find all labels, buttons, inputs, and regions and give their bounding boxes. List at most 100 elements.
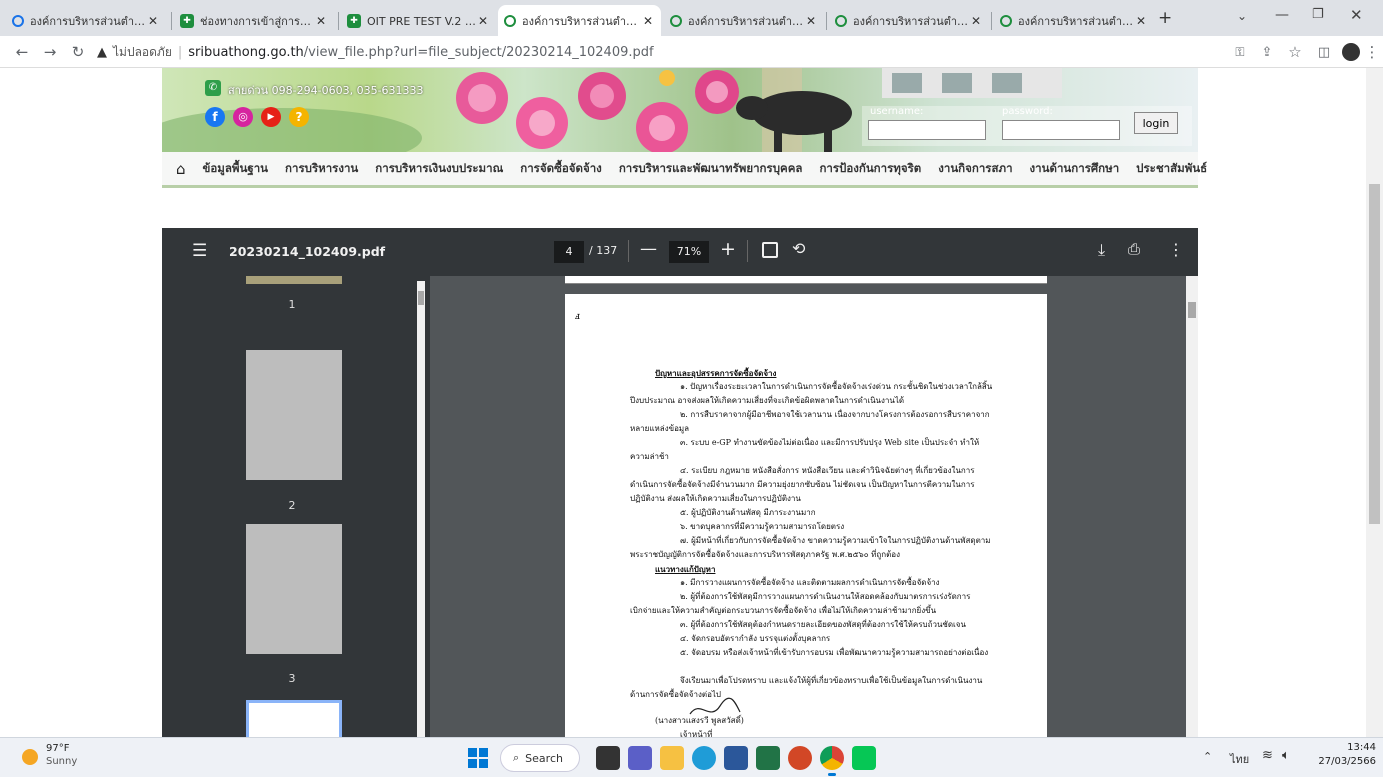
login-button[interactable]: login [1134,112,1178,134]
menu-item-procurement[interactable]: การจัดซื้อจัดจ้าง [520,160,602,178]
weather-temp[interactable]: 97°F [46,743,69,754]
youtube-icon[interactable]: ▶ [261,107,281,127]
close-icon[interactable]: ✕ [476,14,490,28]
menu-item-budget[interactable]: การบริหารเงินงบประมาณ [375,160,503,178]
page-thumbnail[interactable] [246,524,342,654]
print-icon[interactable]: ⎙ [1128,240,1140,258]
home-icon[interactable]: ⌂ [176,160,186,178]
page-number-input[interactable]: 4 [554,241,584,263]
menu-kebab-icon[interactable]: ⋮ [1360,40,1383,64]
close-icon[interactable]: ✕ [1134,14,1148,28]
security-label[interactable]: ไม่ปลอดภัย [113,43,172,62]
doc-line: ๓. ระบบ e-GP ทำงานขัดข้องไม่ต่อเนื่อง แล… [680,438,980,447]
page-thumbnail[interactable] [246,350,342,480]
doc-line: ๓. ผู้ที่ต้องการใช้พัสดุต้องกำหนดรายละเอ… [680,620,966,629]
site-main-menu: ⌂ ข้อมูลพื้นฐาน การบริหารงาน การบริหารเง… [162,152,1207,188]
warning-icon[interactable]: ▲ [97,45,107,60]
search-label: Search [525,751,563,765]
reload-icon[interactable]: ↻ [66,40,90,64]
page-total: / 137 [589,244,618,257]
bookmark-star-icon[interactable]: ☆ [1283,40,1307,64]
tab-title: องค์การบริหารส่วนตำบลศรี [522,14,641,28]
password-input[interactable] [1002,120,1120,140]
new-tab-button[interactable]: + [1158,8,1172,28]
browser-tab[interactable]: องค์การบริหารส่วนตำบลศรี ✕ [6,5,166,36]
windows-start-icon[interactable] [466,746,490,770]
file-explorer-icon[interactable] [660,746,684,770]
menu-item-pr[interactable]: ประชาสัมพันธ์ [1136,160,1207,178]
edge-browser-icon[interactable] [692,746,716,770]
close-icon[interactable]: ✕ [969,14,983,28]
scrollbar-thumb[interactable] [1369,184,1380,524]
instagram-icon[interactable]: ◎ [233,107,253,127]
rotate-icon[interactable]: ⟲ [792,239,805,258]
window-close-icon[interactable]: ✕ [1350,6,1363,24]
side-panel-icon[interactable]: ◫ [1312,40,1336,64]
doc-line: ๒. การสืบราคาจากผู้มีอาชีพอาจใช้เวลานาน … [680,410,990,419]
minimize-icon[interactable]: — [1275,7,1289,23]
weather-desc[interactable]: Sunny [46,756,77,767]
page-scrollbar[interactable] [1366,68,1383,737]
url-path: /view_file.php?url=file_subject/20230214… [303,44,654,60]
fit-page-icon[interactable] [762,242,778,258]
menu-item-hr[interactable]: การบริหารและพัฒนาทรัพยากรบุคคล [619,160,803,178]
teams-chat-icon[interactable] [628,746,652,770]
taskbar-search-box[interactable]: ⌕ Search [500,744,580,772]
powerpoint-icon[interactable] [788,746,812,770]
browser-tab[interactable]: ✚ OIT PRE TEST V.2 (อบต. ✕ [341,5,496,36]
page-thumbnail-current[interactable] [246,700,342,737]
close-icon[interactable]: ✕ [146,14,160,28]
tab-search-icon[interactable]: ⌄ [1237,9,1247,23]
page-thumbnail[interactable] [246,276,342,284]
zoom-out-icon[interactable]: — [640,239,657,259]
chrome-icon[interactable] [820,746,844,770]
clock-date[interactable]: 27/03/2566 [1312,756,1376,767]
close-icon[interactable]: ✕ [314,14,328,28]
key-icon[interactable]: ⚿ [1228,40,1252,64]
restore-icon[interactable]: ❐ [1312,7,1324,22]
doc-line: ปีงบประมาณ อาจส่งผลให้เกิดความเสี่ยงที่จ… [630,396,905,405]
line-app-icon[interactable] [852,746,876,770]
menu-item-basic-info[interactable]: ข้อมูลพื้นฐาน [203,160,269,178]
forward-icon[interactable]: → [38,40,62,64]
doc-line: ๖. ขาดบุคลากรที่มีความรู้ความสามารถโดยตร… [680,522,845,531]
facebook-icon[interactable]: f [205,107,225,127]
doc-line: ดำเนินการจัดซื้อจัดจ้างมีจำนวนมาก มีความ… [630,480,975,489]
task-view-icon[interactable] [596,746,620,770]
thumbnail-scrollbar[interactable] [417,281,425,737]
menu-item-administration[interactable]: การบริหารงาน [285,160,358,178]
zoom-input[interactable]: 71% [669,241,709,263]
excel-icon[interactable] [756,746,780,770]
word-icon[interactable] [724,746,748,770]
scrollbar-thumb[interactable] [1188,302,1196,318]
page-scrollbar[interactable] [1186,276,1198,737]
pdf-filename: 20230214_102409.pdf [229,244,386,259]
browser-tab[interactable]: องค์การบริหารส่วนตำบลศรี ✕ [829,5,989,36]
browser-tab[interactable]: องค์การบริหารส่วนตำบลศรี ✕ [994,5,1154,36]
browser-tab[interactable]: องค์การบริหารส่วนตำบลศรี ✕ [664,5,824,36]
menu-item-council[interactable]: งานกิจการสภา [938,160,1012,178]
show-hidden-icons[interactable]: ⌃ [1203,750,1212,763]
search-icon: ⌕ [513,751,520,764]
clock-time[interactable]: 13:44 [1326,742,1376,753]
share-icon[interactable]: ⇪ [1255,40,1279,64]
weather-sun-icon[interactable] [22,749,38,765]
wifi-icon[interactable]: ≋ [1262,748,1273,763]
menu-item-anti-corruption[interactable]: การป้องกันการทุจริต [819,160,921,178]
address-bar[interactable]: ▲ ไม่ปลอดภัย | sribuathong.go.th/view_fi… [97,39,1207,65]
volume-icon[interactable]: 🔈︎ [1282,748,1290,763]
download-icon[interactable]: ⤓ [1098,240,1105,260]
more-options-icon[interactable]: ⋮ [1168,240,1184,259]
input-language[interactable]: ไทย [1230,750,1249,768]
browser-tab[interactable]: ✚ ช่องทางการเข้าสู่การประเมิน ✕ [174,5,334,36]
close-icon[interactable]: ✕ [641,14,655,28]
username-input[interactable] [868,120,986,140]
menu-item-education[interactable]: งานด้านการศึกษา [1030,160,1120,178]
help-icon[interactable]: ? [289,107,309,127]
back-icon[interactable]: ← [10,40,34,64]
close-icon[interactable]: ✕ [804,14,818,28]
doc-heading: แนวทางแก้ปัญหา [655,564,716,574]
browser-tab-active[interactable]: องค์การบริหารส่วนตำบลศรี ✕ [498,5,661,36]
sidebar-menu-icon[interactable]: ☰ [192,241,207,261]
zoom-in-icon[interactable]: + [720,238,736,260]
